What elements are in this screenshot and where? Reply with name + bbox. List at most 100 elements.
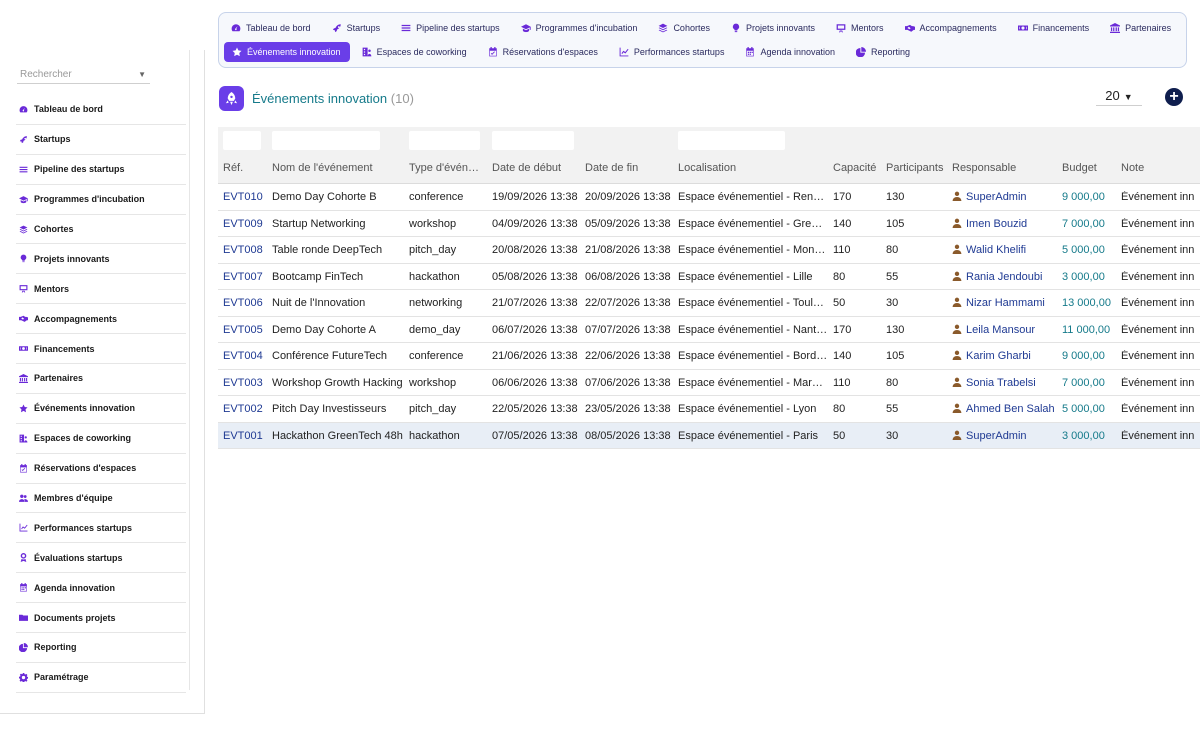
chevron-down-icon: ▼ [1123, 92, 1133, 102]
column-header-event-type[interactable]: Type d'évén… [409, 162, 489, 174]
cell-participants: 80 [886, 244, 899, 256]
cell-ref[interactable]: EVT006 [223, 297, 271, 309]
cell-responsible[interactable]: Rania Jendoubi [952, 271, 1060, 283]
sidebar-item-startups[interactable]: Startups [16, 125, 186, 155]
sidebar-item-evaluations-startups[interactable]: Évaluations startups [16, 543, 186, 574]
table-row[interactable]: EVT001 Hackathon GreenTech 48h hackathon 07… [218, 422, 1200, 449]
cell-responsible[interactable]: Imen Bouzid [952, 218, 1060, 230]
tab-label: Performances startups [633, 47, 725, 57]
tab-performances-startups[interactable]: Performances startups [607, 42, 734, 62]
sidebar-item-mentors[interactable]: Mentors [16, 274, 186, 305]
tab-cohortes[interactable]: Cohortes [646, 18, 719, 38]
table-row[interactable]: EVT003 Workshop Growth Hacking workshop 06/… [218, 369, 1200, 396]
tab-financements[interactable]: Financements [1006, 18, 1099, 38]
cell-start-date: 07/05/2026 13:38 [492, 429, 578, 442]
cell-event-name: Demo Day Cohorte B [272, 191, 377, 203]
tab-espaces-de-coworking[interactable]: Espaces de coworking [350, 42, 476, 62]
tab-reporting[interactable]: Reporting [844, 42, 919, 62]
sidebar-item-accompagnements[interactable]: Accompagnements [16, 304, 186, 335]
add-event-button[interactable]: + [1165, 88, 1183, 106]
table-row[interactable]: EVT006 Nuit de l'Innovation networking 21/0… [218, 290, 1200, 317]
cell-responsible[interactable]: Ahmed Ben Salah [952, 403, 1060, 415]
cell-ref[interactable]: EVT005 [223, 324, 271, 336]
sidebar-item-espaces-de-coworking[interactable]: Espaces de coworking [16, 424, 186, 454]
sidebar-item-projets-innovants[interactable]: Projets innovants [16, 244, 186, 275]
column-header-end-date[interactable]: Date de fin [585, 162, 675, 174]
sidebar-item-reporting[interactable]: Reporting [16, 633, 186, 663]
sidebar-item-agenda-innovation[interactable]: Agenda innovation [16, 573, 186, 604]
cell-responsible[interactable]: Sonia Trabelsi [952, 377, 1060, 389]
sidebar-item-label: Événements innovation [34, 403, 136, 414]
sidebar-item-programmes-d-incubation[interactable]: Programmes d'incubation [16, 185, 186, 215]
tab-startups[interactable]: Startups [320, 18, 390, 38]
sidebar-item-performances-startups[interactable]: Performances startups [16, 513, 186, 544]
sidebar-item-membres-d-equipe[interactable]: Membres d'équipe [16, 484, 186, 514]
tab-pipeline-des-startups[interactable]: Pipeline des startups [389, 18, 509, 38]
column-header-participants[interactable]: Participants [886, 162, 948, 174]
cell-responsible[interactable]: SuperAdmin [952, 430, 1060, 442]
column-filter-input[interactable] [678, 131, 785, 150]
column-header-capacity[interactable]: Capacité [833, 162, 883, 174]
tab-programmes-d-incubation[interactable]: Programmes d'incubation [509, 18, 647, 38]
cell-ref[interactable]: EVT008 [223, 244, 271, 256]
cell-responsible[interactable]: Nizar Hammami [952, 297, 1060, 309]
tab-tableau-de-bord[interactable]: Tableau de bord [219, 18, 320, 38]
cell-responsible[interactable]: SuperAdmin [952, 191, 1060, 203]
cell-event-type: conference [409, 350, 464, 362]
table-row[interactable]: EVT007 Bootcamp FinTech hackathon 05/08/202… [218, 263, 1200, 290]
table-row[interactable]: EVT004 Conférence FutureTech conference 21/… [218, 343, 1200, 370]
sidebar-item-parametrage[interactable]: Paramétrage [16, 663, 186, 693]
column-header-location[interactable]: Localisation [678, 162, 826, 174]
sidebar-item-evenements-innovation[interactable]: Événements innovation [16, 394, 186, 424]
user-icon [952, 191, 962, 201]
column-header-event-name[interactable]: Nom de l'événement [272, 162, 407, 174]
tab-partenaires[interactable]: Partenaires [1098, 18, 1180, 38]
cell-responsible[interactable]: Karim Gharbi [952, 350, 1060, 362]
cell-ref[interactable]: EVT010 [223, 191, 271, 203]
sidebar-item-partenaires[interactable]: Partenaires [16, 364, 186, 394]
column-filter-input[interactable] [492, 131, 574, 150]
search-input[interactable]: Rechercher ▼ [17, 66, 150, 84]
tab-reservations-d-espaces[interactable]: Réservations d'espaces [476, 42, 607, 62]
table-row[interactable]: EVT005 Demo Day Cohorte A demo_day 06/07/20… [218, 316, 1200, 343]
rocket-icon [16, 135, 30, 144]
cell-event-type: hackathon [409, 429, 460, 442]
cell-responsible[interactable]: Walid Khelifi [952, 244, 1060, 256]
column-filter-input[interactable] [409, 131, 480, 150]
column-filter-input[interactable] [223, 131, 261, 150]
cell-responsible[interactable]: Leila Mansour [952, 324, 1060, 336]
sidebar-item-reservations-d-espaces[interactable]: Réservations d'espaces [16, 454, 186, 484]
sidebar-item-tableau-de-bord[interactable]: Tableau de bord [16, 95, 186, 125]
table-row[interactable]: EVT010 Demo Day Cohorte B conference 19/09/… [218, 184, 1200, 211]
responsible-name: Leila Mansour [966, 323, 1036, 336]
column-header-budget[interactable]: Budget [1062, 162, 1119, 174]
column-header-ref[interactable]: Réf. [223, 162, 271, 174]
chevron-down-icon[interactable]: ▼ [138, 66, 146, 84]
sidebar-item-documents-projets[interactable]: Documents projets [16, 603, 186, 634]
tab-mentors[interactable]: Mentors [824, 18, 893, 38]
cell-ref[interactable]: EVT001 [223, 430, 271, 442]
sidebar-item-financements[interactable]: Financements [16, 334, 186, 365]
sidebar-item-pipeline-des-startups[interactable]: Pipeline des startups [16, 155, 186, 185]
column-header-responsible[interactable]: Responsable [952, 162, 1060, 174]
table-row[interactable]: EVT002 Pitch Day Investisseurs pitch_day 22… [218, 396, 1200, 423]
cell-note: Événement inn [1121, 350, 1195, 362]
tab-evenements-innovation[interactable]: Événements innovation [224, 42, 350, 62]
cell-ref[interactable]: EVT007 [223, 271, 271, 283]
column-header-start-date[interactable]: Date de début [492, 162, 582, 174]
tab-agenda-innovation[interactable]: Agenda innovation [733, 42, 844, 62]
responsible-name: SuperAdmin [966, 429, 1027, 442]
column-header-note[interactable]: Note [1121, 162, 1200, 174]
sidebar-item-cohortes[interactable]: Cohortes [16, 215, 186, 245]
cell-ref[interactable]: EVT004 [223, 350, 271, 362]
tab-accompagnements[interactable]: Accompagnements [893, 18, 1006, 38]
cell-ref[interactable]: EVT003 [223, 377, 271, 389]
cell-ref[interactable]: EVT009 [223, 218, 271, 230]
tab-projets-innovants[interactable]: Projets innovants [719, 18, 824, 38]
column-filter-input[interactable] [272, 131, 380, 150]
table-row[interactable]: EVT009 Startup Networking workshop 04/09/20… [218, 210, 1200, 237]
cell-ref[interactable]: EVT002 [223, 403, 271, 415]
sidebar-item-label: Documents projets [34, 612, 116, 623]
per-page-select[interactable]: 20 ▼ [1096, 86, 1142, 106]
table-row[interactable]: EVT008 Table ronde DeepTech pitch_day 20/08… [218, 237, 1200, 264]
